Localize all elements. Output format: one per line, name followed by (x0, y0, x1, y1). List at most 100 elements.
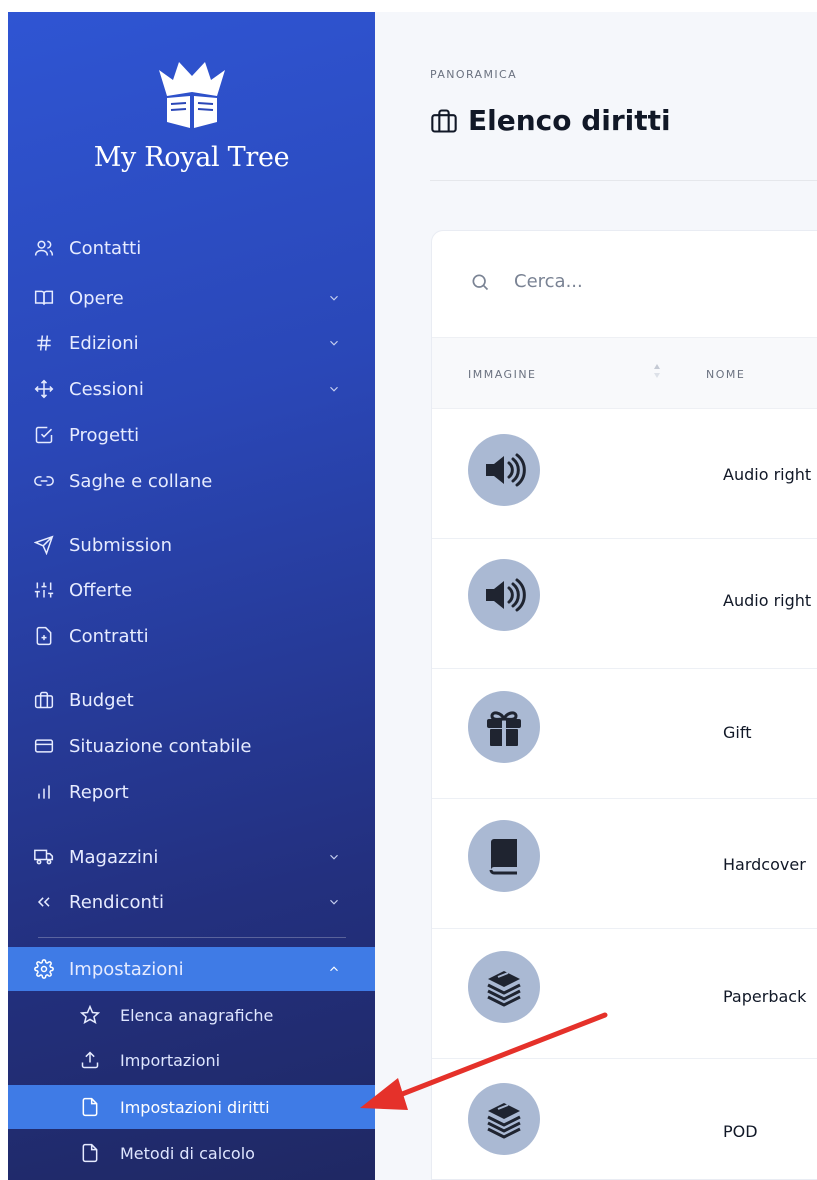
book-stack-icon (487, 1103, 521, 1139)
hash-icon (34, 333, 54, 353)
sidebar-item-label: Contratti (69, 625, 149, 647)
search-icon (472, 274, 489, 290)
subitem-label: Impostazioni diritti (120, 1097, 270, 1117)
sidebar-item-edizioni[interactable]: Edizioni (8, 323, 375, 363)
checkbox-icon (34, 425, 54, 445)
sidebar-item-label: Magazzini (69, 846, 159, 868)
page-title-text: Elenco diritti (468, 104, 671, 137)
sidebar-item-label: Impostazioni (69, 958, 184, 980)
chevron-down-icon (330, 386, 338, 392)
sidebar-item-label: Budget (69, 689, 134, 711)
row-name: Hardcover (723, 855, 806, 874)
briefcase-icon (34, 690, 54, 710)
sidebar-item-budget[interactable]: Budget (8, 680, 375, 720)
file-plus-icon (34, 626, 54, 646)
subitem-importazioni[interactable]: Importazioni (8, 1039, 375, 1081)
sidebar-item-label: Rendiconti (69, 891, 164, 913)
rights-table-card: Cerca... IMMAGINE NOME Audio right Audio… (431, 230, 817, 1180)
gear-icon (34, 959, 54, 979)
row-image (468, 434, 540, 506)
column-header-nome[interactable]: NOME (706, 368, 745, 381)
row-name: Audio right (723, 591, 812, 610)
sidebar-item-contratti[interactable]: Contratti (8, 616, 375, 656)
sidebar-item-label: Edizioni (69, 332, 139, 354)
sidebar-item-progetti[interactable]: Progetti (8, 415, 375, 455)
speaker-icon (486, 453, 526, 487)
row-image (468, 1083, 540, 1155)
row-name: POD (723, 1122, 758, 1141)
move-icon (34, 379, 54, 399)
sidebar-divider (38, 937, 346, 938)
briefcase-icon (431, 108, 457, 133)
row-image (468, 559, 540, 631)
row-image (468, 691, 540, 763)
sidebar-item-label: Saghe e collane (69, 470, 213, 492)
row-image (468, 951, 540, 1023)
search-input[interactable]: Cerca... (514, 271, 583, 292)
table-row[interactable]: Audio right (432, 539, 817, 669)
sidebar-item-submission[interactable]: Submission (8, 525, 375, 565)
breadcrumb[interactable]: PANORAMICA (430, 68, 517, 81)
sidebar-item-label: Report (69, 781, 129, 803)
file-icon (80, 1097, 100, 1117)
bar-chart-icon (34, 782, 54, 802)
sidebar-item-impostazioni[interactable]: Impostazioni (8, 947, 375, 991)
table-row[interactable]: Paperback (432, 929, 817, 1059)
subitem-label: Elenca anagrafiche (120, 1005, 274, 1025)
sidebar-item-label: Offerte (69, 579, 133, 601)
sidebar-item-offerte[interactable]: Offerte (8, 570, 375, 610)
sidebar-item-label: Opere (69, 287, 124, 309)
chevron-down-icon (330, 899, 338, 905)
chevron-down-icon (330, 295, 338, 301)
truck-icon (34, 847, 54, 867)
gift-icon (487, 711, 521, 746)
sidebar-item-saghe[interactable]: Saghe e collane (8, 461, 375, 501)
chevron-down-icon (330, 854, 338, 860)
users-icon (34, 238, 54, 258)
subitem-elenca-anagrafiche[interactable]: Elenca anagrafiche (8, 994, 375, 1036)
sidebar-item-rendiconti[interactable]: Rendiconti (8, 882, 375, 922)
main-content: PANORAMICA Elenco diritti Cerca... IMMAG… (375, 12, 817, 1180)
speaker-icon (486, 578, 526, 612)
row-image (468, 820, 540, 892)
sidebar-item-label: Contatti (69, 237, 142, 259)
sidebar-item-cessioni[interactable]: Cessioni (8, 369, 375, 409)
brand-name: My Royal Tree (93, 142, 290, 173)
table-row[interactable]: Hardcover (432, 799, 817, 929)
upload-icon (80, 1050, 100, 1070)
sort-icon[interactable] (652, 362, 662, 380)
star-icon (80, 1005, 100, 1025)
send-icon (34, 535, 54, 555)
sidebar-item-magazzini[interactable]: Magazzini (8, 837, 375, 877)
crown-book-icon (158, 62, 225, 128)
chevron-up-icon (330, 966, 338, 972)
sidebar-item-label: Progetti (69, 424, 140, 446)
credit-card-icon (34, 736, 54, 756)
table-row[interactable]: Gift (432, 669, 817, 799)
brand[interactable]: My Royal Tree (8, 52, 375, 173)
sidebar-item-contatti[interactable]: Contatti (8, 228, 375, 268)
chevron-down-icon (330, 340, 338, 346)
book-open-icon (34, 288, 54, 308)
row-name: Paperback (723, 987, 807, 1006)
subitem-impostazioni-diritti[interactable]: Impostazioni diritti (8, 1085, 375, 1129)
table-row[interactable]: POD (432, 1059, 817, 1180)
table-row[interactable]: Audio right (432, 409, 817, 539)
row-name: Audio right (723, 465, 812, 484)
header-divider (430, 180, 817, 181)
file-icon (80, 1143, 100, 1163)
sidebar-item-report[interactable]: Report (8, 772, 375, 812)
search-bar[interactable]: Cerca... (470, 271, 583, 292)
link-icon (34, 471, 54, 491)
column-header-immagine[interactable]: IMMAGINE (468, 368, 537, 381)
sidebar-item-opere[interactable]: Opere (8, 278, 375, 318)
page-title: Elenco diritti (430, 104, 671, 137)
sidebar-item-label: Situazione contabile (69, 735, 252, 757)
subitem-label: Metodi di calcolo (120, 1143, 255, 1163)
subitem-metodi-di-calcolo[interactable]: Metodi di calcolo (8, 1132, 375, 1174)
table-header: IMMAGINE NOME (432, 337, 817, 409)
sidebar-item-situazione[interactable]: Situazione contabile (8, 726, 375, 766)
sidebar-item-label: Submission (69, 534, 172, 556)
chevrons-left-icon (34, 892, 54, 912)
sliders-icon (34, 580, 54, 600)
